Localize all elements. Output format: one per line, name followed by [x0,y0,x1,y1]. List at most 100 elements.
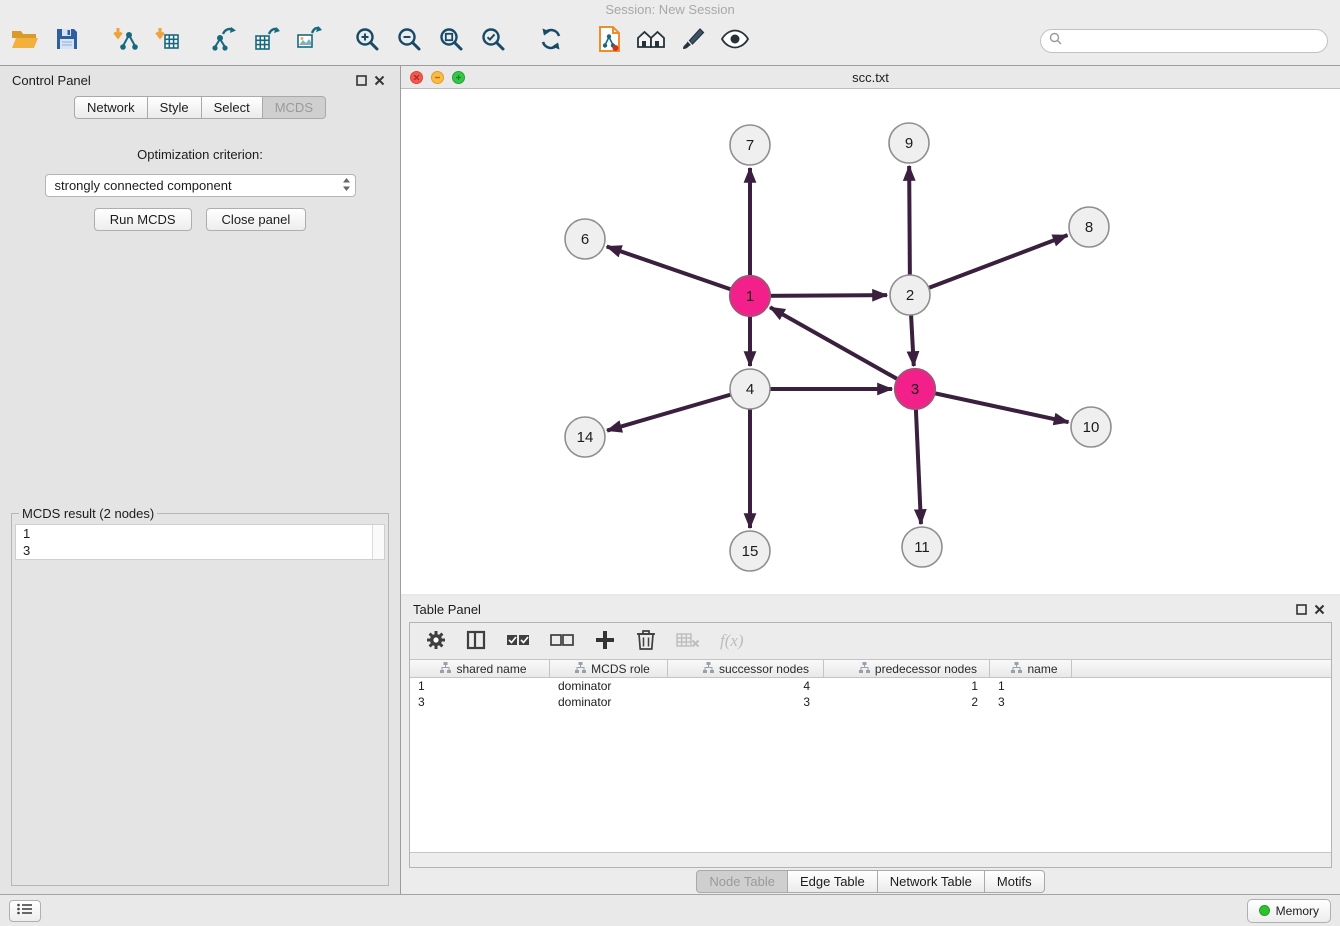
export-table-button[interactable] [246,22,288,60]
table-settings-button[interactable] [426,626,446,656]
cell-predecessor-nodes[interactable]: 1 [824,678,990,694]
export-image-button[interactable] [288,22,330,60]
graph-node-15[interactable]: 15 [730,531,770,571]
function-builder-button-disabled[interactable]: f(x) [720,626,744,656]
mcds-result-title: MCDS result (2 nodes) [19,506,157,521]
export-network-button[interactable] [204,22,246,60]
search-input[interactable] [1067,34,1319,48]
tab-style[interactable]: Style [147,96,202,119]
table-horizontal-scrollbar[interactable] [410,852,1331,867]
zoom-fit-button[interactable] [430,22,472,60]
column-header-shared-name[interactable]: shared name [410,660,550,677]
graph-node-1[interactable]: 1 [730,276,770,316]
cell-successor-nodes[interactable]: 3 [668,694,824,710]
maximize-window-button[interactable] [452,71,465,84]
zoom-out-button[interactable] [388,22,430,60]
column-header-successor-nodes[interactable]: successor nodes [668,660,824,677]
control-panel-close-button[interactable] [370,71,388,89]
cell-name[interactable]: 3 [990,694,1072,710]
cell-shared-name[interactable]: 1 [410,678,550,694]
network-canvas[interactable]: 7 9 6 8 1 2 4 3 14 10 15 11 [401,89,1340,594]
deselect-all-columns-button[interactable] [550,626,574,656]
duplicate-network-button[interactable] [588,22,630,60]
cell-mcds-role[interactable]: dominator [550,678,668,694]
graph-node-10[interactable]: 10 [1071,407,1111,447]
tab-motifs[interactable]: Motifs [984,870,1045,893]
floppy-disk-icon [55,27,79,54]
column-label: shared name [456,662,526,676]
minimize-window-button[interactable] [431,71,444,84]
criterion-select[interactable]: strongly connected component [45,174,356,197]
style-button[interactable] [672,22,714,60]
first-neighbors-button[interactable] [630,22,672,60]
tab-select[interactable]: Select [201,96,263,119]
column-header-name[interactable]: name [990,660,1072,677]
table-panel: Table Panel [401,596,1340,894]
mcds-panel-content: Optimization criterion: strongly connect… [0,125,400,894]
show-hide-button[interactable] [714,22,756,60]
add-column-button[interactable] [594,626,616,656]
result-scrollbar[interactable] [372,525,384,559]
network-graph[interactable]: 7 9 6 8 1 2 4 3 14 10 15 11 [401,89,1339,589]
open-session-button[interactable] [4,22,46,60]
network-window: scc.txt 7968124314101511 [401,66,1340,591]
memory-button[interactable]: Memory [1247,899,1331,923]
graph-edge-1-6[interactable] [607,247,750,296]
cell-name[interactable]: 1 [990,678,1072,694]
table-row[interactable]: 3 dominator 3 2 3 [410,694,1331,710]
graph-node-4[interactable]: 4 [730,369,770,409]
select-all-columns-button[interactable] [506,626,530,656]
cell-successor-nodes[interactable]: 4 [668,678,824,694]
graph-node-6[interactable]: 6 [565,219,605,259]
graph-node-9[interactable]: 9 [889,123,929,163]
tab-network-table[interactable]: Network Table [877,870,985,893]
delete-table-button-disabled[interactable] [676,626,700,656]
trash-icon [636,629,656,654]
apply-layout-button[interactable] [530,22,572,60]
close-icon [374,75,385,86]
zoom-in-button[interactable] [346,22,388,60]
mcds-result-list[interactable]: 1 3 [15,524,385,560]
graph-node-label: 11 [914,539,930,556]
graph-node-8[interactable]: 8 [1069,207,1109,247]
tab-edge-table[interactable]: Edge Table [787,870,878,893]
zoom-out-icon [396,26,422,55]
graph-edge-3-10[interactable] [915,389,1069,422]
cell-predecessor-nodes[interactable]: 2 [824,694,990,710]
tab-network[interactable]: Network [74,96,148,119]
table-row[interactable]: 1 dominator 4 1 1 [410,678,1331,694]
graph-node-7[interactable]: 7 [730,125,770,165]
search-field[interactable] [1040,29,1328,53]
graph-edge-2-8[interactable] [910,235,1067,295]
graph-node-label: 10 [1083,419,1100,436]
run-mcds-button[interactable]: Run MCDS [94,208,192,231]
graph-node-14[interactable]: 14 [565,417,605,457]
close-window-button[interactable] [410,71,423,84]
control-panel-float-button[interactable] [352,71,370,89]
memory-status-dot [1259,905,1270,916]
zoom-selected-button[interactable] [472,22,514,60]
graph-node-2[interactable]: 2 [890,275,930,315]
delete-column-button[interactable] [636,626,656,656]
close-panel-button[interactable]: Close panel [206,208,307,231]
graph-edge-3-1[interactable] [770,307,915,389]
import-network-button[interactable] [104,22,146,60]
delete-table-icon [676,631,700,652]
cell-mcds-role[interactable]: dominator [550,694,668,710]
column-header-predecessor-nodes[interactable]: predecessor nodes [824,660,990,677]
graph-node-11[interactable]: 11 [902,527,942,567]
save-session-button[interactable] [46,22,88,60]
cell-shared-name[interactable]: 3 [410,694,550,710]
table-panel-float-button[interactable] [1292,600,1310,618]
graph-node-3[interactable]: 3 [895,369,935,409]
export-image-icon [296,26,322,55]
graph-edge-4-14[interactable] [607,389,750,431]
show-columns-button[interactable] [466,626,486,656]
import-table-button[interactable] [146,22,188,60]
tab-node-table[interactable]: Node Table [696,870,788,893]
column-label: predecessor nodes [875,662,977,676]
tab-mcds[interactable]: MCDS [262,96,326,119]
task-history-button[interactable] [9,900,41,922]
table-panel-close-button[interactable] [1310,600,1328,618]
column-header-mcds-role[interactable]: MCDS role [550,660,668,677]
